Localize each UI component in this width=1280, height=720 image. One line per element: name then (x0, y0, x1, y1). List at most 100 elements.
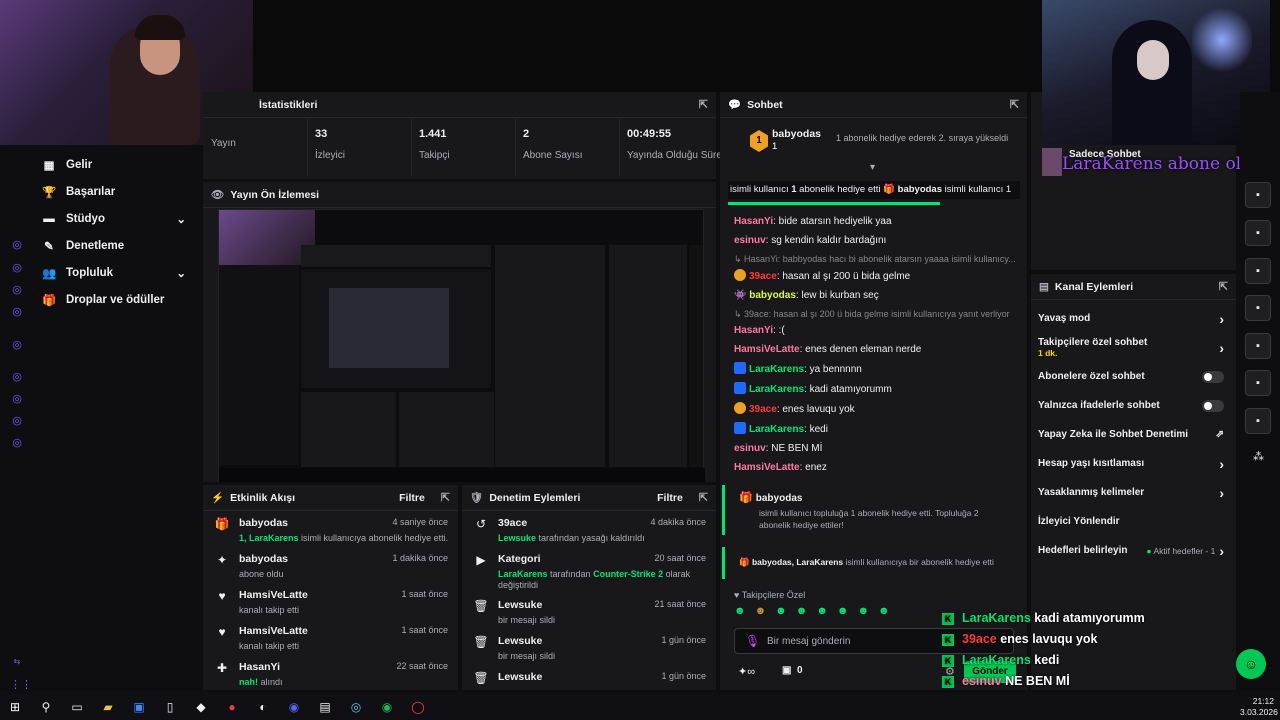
epic-icon[interactable]: ▤ (316, 698, 334, 716)
emote-icon[interactable]: ☻ (755, 605, 767, 621)
chat-message[interactable]: HasanYi: :( (720, 321, 1020, 340)
grid-icon[interactable]: ⋮⋮ (10, 678, 32, 692)
activity-user[interactable]: HamsiVeLatte (239, 589, 308, 601)
popout-icon[interactable]: ⇱ (699, 98, 708, 111)
nav-item[interactable]: ✎ Denetleme (0, 232, 202, 259)
gift2-names[interactable]: babyodas, LaraKarens (752, 557, 843, 567)
popout-icon[interactable]: ⇱ (1010, 98, 1019, 111)
activity-item[interactable]: ✚ HasanYi 22 saat önce nah! alındı (203, 655, 458, 691)
stream-preview[interactable] (218, 209, 705, 482)
modlog-filter-button[interactable]: Filtre (657, 492, 683, 504)
chat-message[interactable]: esinuv: sg kendin kaldır bardağını (720, 231, 1020, 250)
circle-icon[interactable]: ◎ (10, 370, 24, 384)
chat-message[interactable]: LaraKarens: kedi (720, 419, 1020, 439)
popout-icon[interactable]: ⇱ (1219, 280, 1228, 293)
popout-icon[interactable]: ⇱ (699, 491, 708, 504)
puzzle-icon[interactable]: ◎ (10, 414, 24, 428)
nav-item[interactable]: 🎁 Droplar ve ödüller (0, 286, 202, 313)
stack-icon[interactable]: ▪ (1245, 370, 1271, 396)
lightning-icon[interactable]: ▪ (1245, 220, 1271, 246)
channel-action-item[interactable]: Yasaklanmış kelimeler › (1031, 478, 1236, 507)
activity-item[interactable]: ♥ HamsiVeLatte 1 saat önce kanalı takip ett… (203, 619, 458, 655)
activity-user[interactable]: babyodas (239, 517, 288, 529)
toggle-switch[interactable] (1202, 399, 1224, 412)
steam-icon[interactable]: ◎ (347, 698, 365, 716)
chat-username[interactable]: babyodas (749, 290, 796, 301)
channel-action-item[interactable]: Yavaş mod › (1031, 304, 1236, 333)
activity-user[interactable]: babyodas (239, 553, 288, 565)
gear-icon[interactable]: ◎ (10, 436, 24, 450)
chat-username[interactable]: HasanYi (734, 216, 773, 227)
clock-icon[interactable]: ◎ (10, 392, 24, 406)
add-icon[interactable]: ⁂ (1253, 450, 1264, 463)
channel-action-item[interactable]: Yapay Zeka ile Sohbet Denetimi ⇗ (1031, 420, 1236, 449)
wrench-icon[interactable]: ▪ (1245, 408, 1271, 434)
mod-action-item[interactable]: ↺ 39ace 4 dakika önce Lewsuke tarafından ya… (462, 511, 716, 547)
mod-action-name[interactable]: 39ace (498, 517, 527, 529)
app-icon[interactable]: ◐ (254, 698, 272, 716)
mod-action-name[interactable]: Lewsuke (498, 671, 542, 683)
chat-username[interactable]: esinuv (734, 235, 766, 246)
chat-message[interactable]: 39ace: hasan al şı 200 ü bida gelme (720, 266, 1020, 286)
channel-action-item[interactable]: Hedefleri belirleyin ● Aktif hedefler - 1… (1031, 536, 1236, 565)
emote-icon[interactable]: ☻ (734, 605, 746, 621)
mod-action-name[interactable]: Lewsuke (498, 635, 542, 647)
popout-icon[interactable]: ⇱ (441, 491, 450, 504)
discord-icon[interactable]: ◉ (285, 698, 303, 716)
emote-icon[interactable]: ☻ (878, 605, 890, 621)
chat-message[interactable]: HamsiVeLatte: enez (720, 458, 1020, 477)
mod-icon[interactable]: ◎ (10, 305, 24, 319)
emote-icon[interactable]: ☻ (816, 605, 828, 621)
app-icon[interactable]: ◆ (192, 698, 210, 716)
broadcast-icon[interactable]: ▪ (1245, 333, 1271, 359)
channel-action-item[interactable]: Hesap yaşı kısıtlaması › (1031, 449, 1236, 478)
activity-user[interactable]: HasanYi (239, 661, 280, 673)
mic-icon[interactable]: 🎙 (745, 634, 760, 648)
chat-username[interactable]: LaraKarens (749, 364, 804, 375)
nav-item[interactable]: 👥 Topluluk ⌄ (0, 259, 202, 286)
app-icon[interactable]: ▣ (130, 698, 148, 716)
emote-icon[interactable]: ☻ (857, 605, 869, 621)
chat-username[interactable]: HasanYi (734, 325, 773, 336)
activity-user[interactable]: HamsiVeLatte (239, 625, 308, 637)
chat-message[interactable]: 👾 babyodas: lew bi kurban seç (720, 286, 1020, 305)
app-icon[interactable]: ● (223, 698, 241, 716)
collapse-sidebar-icon[interactable]: ⇆ (10, 657, 24, 671)
activity-filter-button[interactable]: Filtre (399, 492, 425, 504)
channel-action-item[interactable]: Takipçilere özel sohbet 1 dk. › (1031, 333, 1236, 362)
folder-icon[interactable]: ▰ (99, 698, 117, 716)
mod-action-item[interactable]: 🗑 Lewsuke 21 saat önce bir mesajı sildi (462, 593, 716, 629)
mod-action-item[interactable]: ▶ Kategori 20 saat önce LaraKarens tarafınd… (462, 547, 716, 593)
palette-icon[interactable]: ◎ (10, 283, 24, 297)
chat-message[interactable]: HamsiVeLatte: enes denen eleman nerde (720, 340, 1020, 359)
toggle-switch[interactable] (1202, 370, 1224, 383)
channel-points[interactable]: ▣ 0 (782, 665, 803, 676)
emote-icon[interactable]: ☻ (775, 605, 787, 621)
emote-icon[interactable]: ☻ (837, 605, 849, 621)
doc-icon[interactable]: ▪ (1245, 258, 1271, 284)
file-icon[interactable]: ▯ (161, 698, 179, 716)
gift-name[interactable]: babyodas (756, 493, 803, 504)
mod-action-name[interactable]: Kategori (498, 553, 541, 565)
chat-username[interactable]: LaraKarens (749, 424, 804, 435)
nav-item[interactable]: ▬ Stüdyo ⌄ (0, 205, 202, 232)
activity-item[interactable]: ♥ HamsiVeLatte 1 saat önce kanalı takip ett… (203, 583, 458, 619)
chat-icon[interactable]: ▪ (1245, 295, 1271, 321)
channel-action-item[interactable]: Abonelere özel sohbet (1031, 362, 1236, 391)
mod-action-item[interactable]: 🗑 Lewsuke 1 gün önce bir mesajı sildi (462, 629, 716, 665)
help-button[interactable]: ☺ (1236, 649, 1266, 679)
chat-username[interactable]: 39ace (749, 271, 777, 282)
collapse-icon[interactable]: ▾ (870, 162, 875, 173)
emote-icon[interactable]: ☻ (796, 605, 808, 621)
chat-username[interactable]: HamsiVeLatte (734, 462, 800, 473)
chat-message[interactable]: esinuv: NE BEN Mİ (720, 439, 1020, 458)
chat-message[interactable]: LaraKarens: kadi atamıyorumm (720, 379, 1020, 399)
chat-message[interactable]: LaraKarens: ya bennnnn (720, 359, 1020, 379)
search-icon[interactable]: ⚲ (37, 698, 55, 716)
activity-item[interactable]: 🎁 babyodas 4 saniye önce 1, LaraKarens isim… (203, 511, 458, 547)
settings-icon[interactable]: ◎ (10, 338, 24, 352)
spotify-icon[interactable]: ◉ (378, 698, 396, 716)
chat-username[interactable]: esinuv (734, 443, 766, 454)
infinity-icon[interactable]: ✦∞ (738, 665, 755, 678)
opera-icon[interactable]: ◯ (409, 698, 427, 716)
